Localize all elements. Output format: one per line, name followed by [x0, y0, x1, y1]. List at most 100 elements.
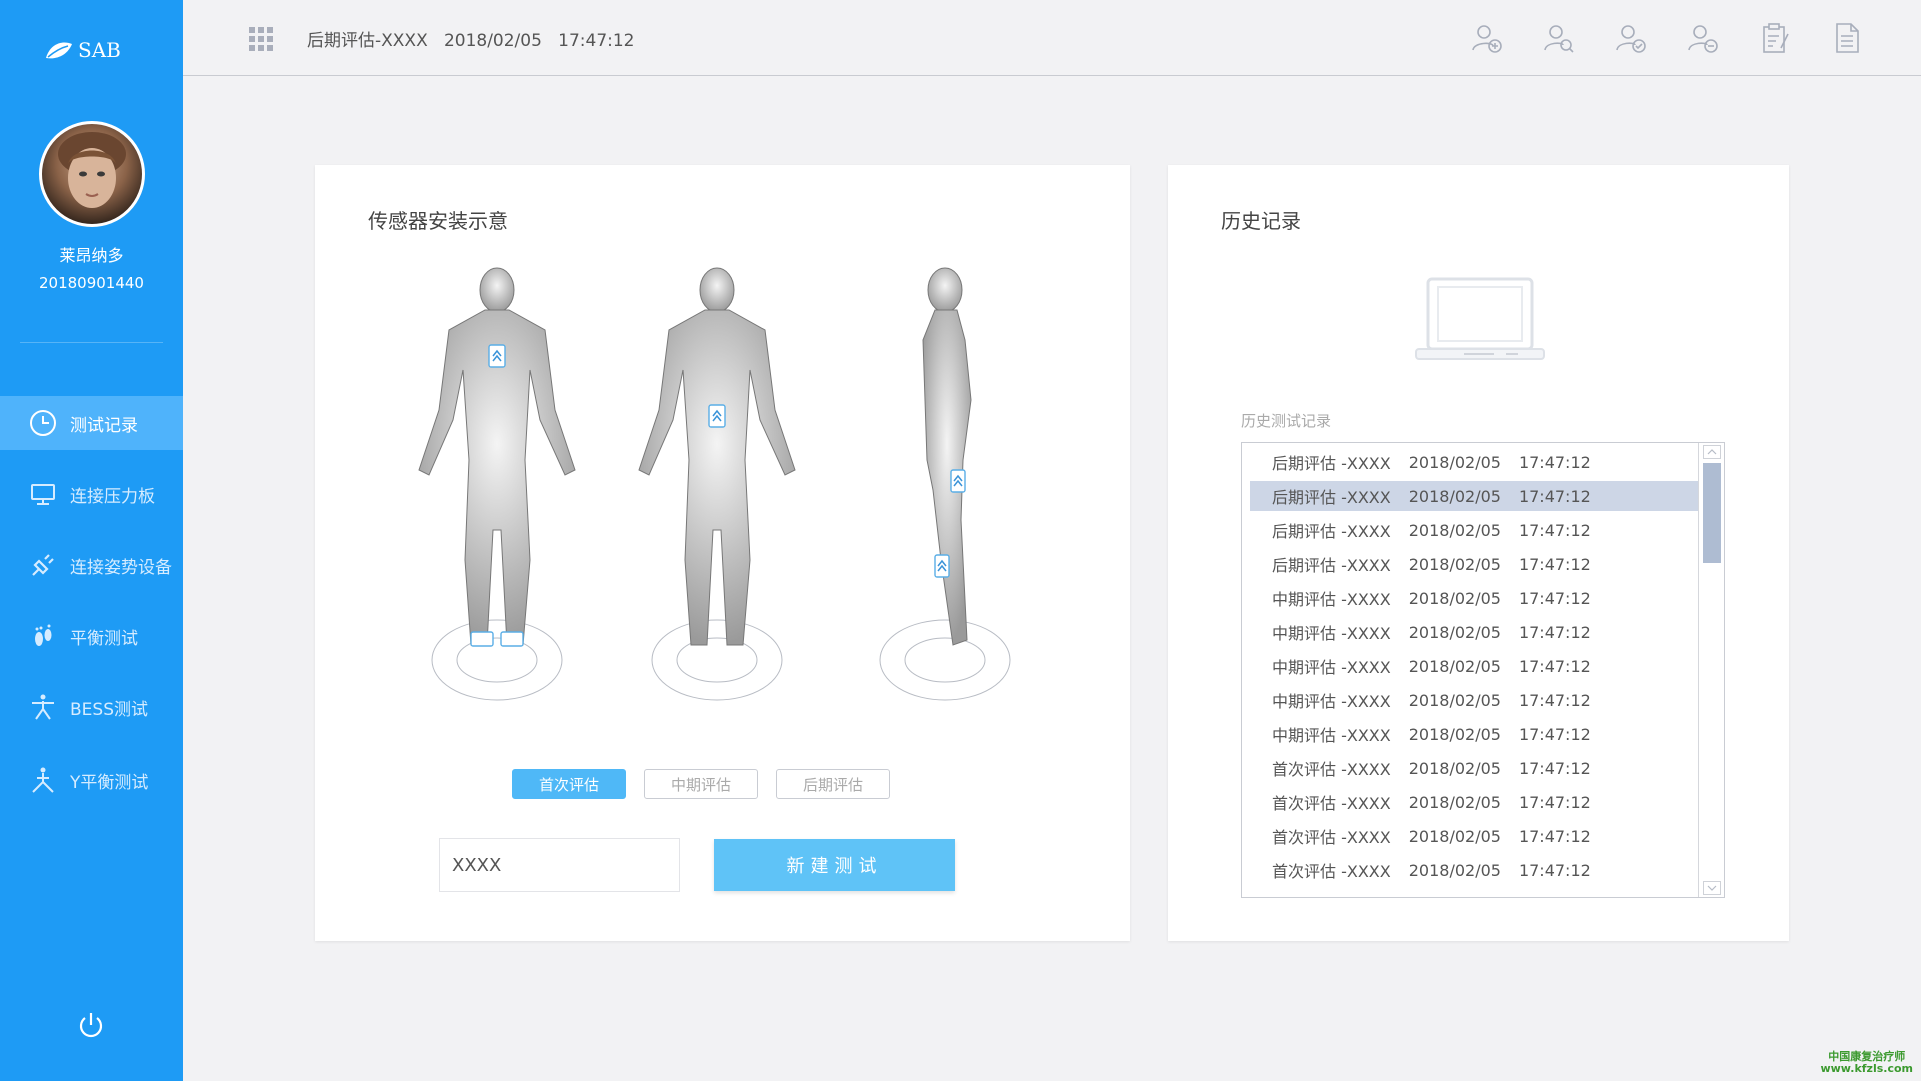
history-list[interactable]: 后期评估 -XXXX 2018/02/05 17:47:12 后期评估 -XXXX 20…: [1241, 442, 1725, 898]
plug-icon: [28, 550, 58, 580]
tab-first-evaluation[interactable]: 首次评估: [512, 769, 626, 799]
sidebar-item-label: 测试记录: [70, 415, 138, 436]
list-item[interactable]: 中期评估 -XXXX 2018/02/05 17:47:12: [1250, 617, 1698, 647]
record-date: 2018/02/05: [1408, 826, 1501, 846]
clock-icon: [28, 408, 58, 438]
list-item[interactable]: 首次评估 -XXXX 2018/02/05 17:47:12: [1250, 787, 1698, 817]
sidebar-item-balance-test[interactable]: 平衡测试: [0, 609, 183, 663]
record-time: 17:47:12: [1518, 792, 1591, 812]
sidebar-item-label: 平衡测试: [70, 628, 138, 649]
face-icon: [58, 132, 126, 208]
record-name: 中期评估 -XXXX: [1272, 692, 1391, 711]
record-name: 后期评估 -XXXX: [1272, 454, 1391, 473]
record-time: 17:47:12: [1518, 622, 1591, 642]
panel-title: 历史记录: [1221, 209, 1301, 233]
list-item[interactable]: 中期评估 -XXXX 2018/02/05 17:47:12: [1250, 685, 1698, 715]
user-name: 莱昂纳多: [59, 246, 124, 265]
document-icon[interactable]: [1831, 22, 1863, 54]
person-icon: [28, 692, 58, 722]
apps-grid-icon[interactable]: [249, 27, 273, 51]
record-name: 首次评估 -XXXX: [1272, 760, 1391, 779]
leaf-icon: [46, 42, 72, 59]
list-item[interactable]: 后期评估 -XXXX 2018/02/05 17:47:12: [1250, 447, 1698, 477]
add-user-icon[interactable]: [1471, 22, 1503, 54]
top-bar: 后期评估-XXXX 2018/02/05 17:47:12: [183, 0, 1921, 76]
user-id: 20180901440: [39, 274, 144, 292]
record-date: 2018/02/05: [1408, 588, 1501, 608]
panel-title: 传感器安装示意: [368, 209, 508, 233]
list-item[interactable]: 首次评估 -XXXX 2018/02/05 17:47:12: [1250, 753, 1698, 783]
list-item[interactable]: 中期评估 -XXXX 2018/02/05 17:47:12: [1250, 583, 1698, 613]
sidebar-item-posture-device[interactable]: 连接姿势设备: [0, 538, 183, 592]
record-time: 17:47:12: [1518, 554, 1591, 574]
sidebar-item-y-balance-test[interactable]: Y平衡测试: [0, 753, 183, 807]
list-item[interactable]: 后期评估 -XXXX 2018/02/05 17:47:12: [1250, 481, 1698, 511]
record-date: 2018/02/05: [1408, 452, 1501, 472]
new-test-button[interactable]: 新建测试: [714, 839, 955, 891]
record-date: 2018/02/05: [1408, 554, 1501, 574]
record-date: 2018/02/05: [1408, 520, 1501, 540]
history-list-label: 历史测试记录: [1241, 412, 1332, 430]
record-time: 17:47:12: [1518, 588, 1591, 608]
sidebar: SAB 莱昂纳多 20180901440 测试记录 连接压力板 连接姿势设备 平…: [0, 0, 183, 1081]
record-date: 2018/02/05: [1408, 486, 1501, 506]
record-date: 2018/02/05: [1408, 758, 1501, 778]
record-time: 17:47:12: [1518, 758, 1591, 778]
sidebar-item-bess-test[interactable]: BESS测试: [0, 680, 183, 734]
watermark: 中国康复治疗师 www.kfzls.com: [1820, 1050, 1913, 1075]
top-toolbar: [1471, 22, 1863, 54]
record-name: 后期评估 -XXXX: [1272, 556, 1391, 575]
tab-final-evaluation[interactable]: 后期评估: [776, 769, 890, 799]
record-time: 17:47:12: [1518, 486, 1591, 506]
logo-text: SAB: [78, 38, 121, 62]
scroll-up-button[interactable]: [1703, 445, 1721, 459]
list-item[interactable]: 首次评估 -XXXX 2018/02/05 17:47:12: [1250, 821, 1698, 851]
sidebar-item-test-records[interactable]: 测试记录: [0, 396, 183, 450]
record-name: 中期评估 -XXXX: [1272, 624, 1391, 643]
evaluation-tabs: 首次评估 中期评估 后期评估: [512, 769, 890, 799]
header-title: 后期评估-XXXX 2018/02/05 17:47:12: [307, 31, 635, 51]
record-time: 17:47:12: [1518, 452, 1591, 472]
laptop-icon: [1415, 277, 1545, 360]
scroll-down-button[interactable]: [1703, 881, 1721, 895]
list-item[interactable]: 中期评估 -XXXX 2018/02/05 17:47:12: [1250, 719, 1698, 749]
record-time: 17:47:12: [1518, 520, 1591, 540]
list-item[interactable]: 首次评估 -XXXX 2018/02/05 17:47:12: [1250, 855, 1698, 885]
record-name: 后期评估 -XXXX: [1272, 522, 1391, 541]
record-name: 首次评估 -XXXX: [1272, 828, 1391, 847]
sensor-install-panel: 传感器安装示意 首次评估 中期评估 后期评估 XXXX 新建测试: [315, 165, 1130, 941]
list-item[interactable]: 后期评估 -XXXX 2018/02/05 17:47:12: [1250, 515, 1698, 545]
remove-user-icon[interactable]: [1687, 22, 1719, 54]
sidebar-item-label: 连接姿势设备: [70, 557, 172, 578]
record-name: 中期评估 -XXXX: [1272, 658, 1391, 677]
power-button[interactable]: [76, 1010, 106, 1040]
sidebar-item-pressure-plate[interactable]: 连接压力板: [0, 467, 183, 521]
list-item[interactable]: 中期评估 -XXXX 2018/02/05 17:47:12: [1250, 651, 1698, 681]
test-name-input[interactable]: [439, 838, 680, 892]
list-item[interactable]: 后期评估 -XXXX 2018/02/05 17:47:12: [1250, 549, 1698, 579]
scroll-thumb[interactable]: [1703, 463, 1721, 563]
record-time: 17:47:12: [1518, 656, 1591, 676]
record-name: 中期评估 -XXXX: [1272, 590, 1391, 609]
y-balance-icon: [28, 765, 58, 795]
record-name: 首次评估 -XXXX: [1272, 794, 1391, 813]
verify-user-icon[interactable]: [1615, 22, 1647, 54]
body-figures-illustration: [418, 267, 1011, 701]
record-name: 后期评估 -XXXX: [1272, 488, 1391, 507]
record-date: 2018/02/05: [1408, 860, 1501, 880]
sidebar-item-label: 连接压力板: [70, 486, 155, 507]
avatar[interactable]: [39, 121, 145, 227]
footprint-icon: [28, 621, 58, 651]
clipboard-icon[interactable]: [1759, 22, 1791, 54]
tab-mid-evaluation[interactable]: 中期评估: [644, 769, 758, 799]
search-user-icon[interactable]: [1543, 22, 1575, 54]
record-date: 2018/02/05: [1408, 690, 1501, 710]
record-date: 2018/02/05: [1408, 792, 1501, 812]
sidebar-divider: [20, 342, 163, 343]
record-date: 2018/02/05: [1408, 724, 1501, 744]
app-logo: SAB: [44, 38, 121, 62]
chevron-up-icon: [1707, 449, 1717, 455]
record-date: 2018/02/05: [1408, 622, 1501, 642]
scrollbar[interactable]: [1698, 443, 1724, 897]
record-date: 2018/02/05: [1408, 656, 1501, 676]
